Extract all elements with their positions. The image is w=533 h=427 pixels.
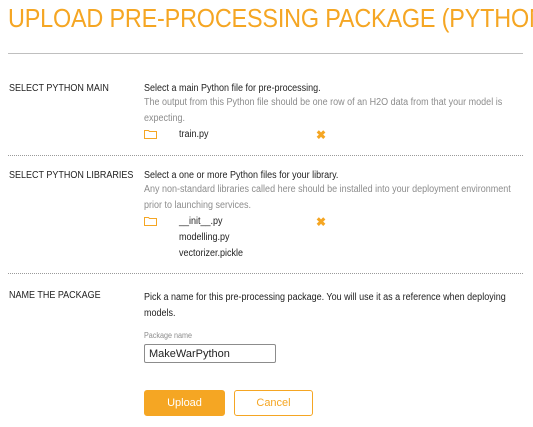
libraries-description: Select a one or more Python files for yo… (144, 170, 339, 181)
select-python-libraries-label: SELECT PYTHON LIBRARIES (9, 170, 134, 181)
page-title: UPLOAD PRE-PROCESSING PACKAGE (PYTHON) (8, 3, 533, 33)
library-file-name: __init__.py (179, 216, 223, 227)
folder-icon[interactable] (144, 129, 157, 139)
remove-icon[interactable]: ✖ (316, 129, 326, 141)
library-file-name: vectorizer.pickle (179, 248, 244, 259)
package-name-input[interactable] (144, 344, 276, 363)
main-description: Select a main Python file for pre-proces… (144, 83, 321, 94)
folder-icon[interactable] (144, 216, 157, 226)
package-name-label: Package name (144, 331, 193, 340)
section-divider (8, 155, 523, 156)
main-help-text: The output from this Python file should … (144, 97, 503, 124)
section-divider (8, 273, 523, 274)
select-python-main-label: SELECT PYTHON MAIN (9, 83, 109, 94)
libraries-help-text: Any non-standard libraries called here s… (144, 184, 511, 211)
name-the-package-label: NAME THE PACKAGE (9, 290, 101, 301)
upload-button[interactable]: Upload (144, 390, 225, 416)
name-description: Pick a name for this pre-processing pack… (144, 292, 506, 319)
cancel-button[interactable]: Cancel (234, 390, 313, 416)
remove-icon[interactable]: ✖ (316, 216, 326, 228)
title-divider (8, 53, 523, 54)
library-file-name: modelling.py (179, 232, 230, 243)
main-file-name: train.py (179, 129, 209, 140)
